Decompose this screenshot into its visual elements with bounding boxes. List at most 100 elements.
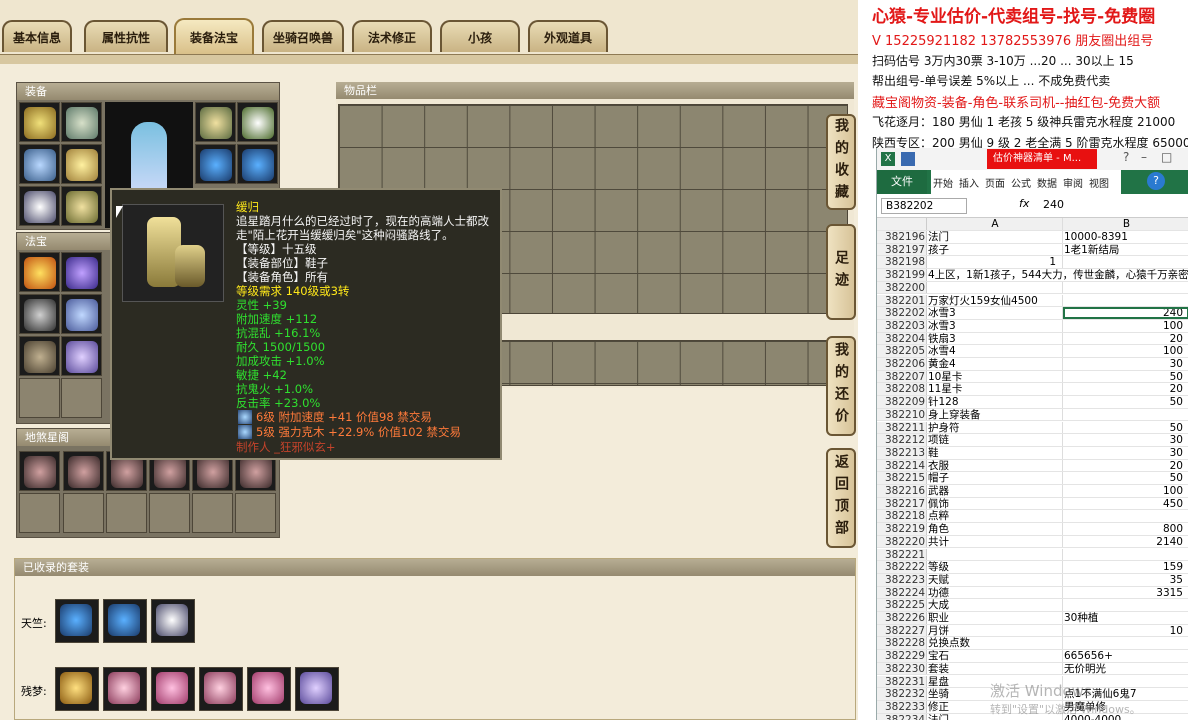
ribbon-tab-home[interactable]: 开始 xyxy=(933,175,953,190)
equip-slot[interactable] xyxy=(61,186,102,226)
cell-b[interactable] xyxy=(1063,637,1188,649)
fabao-slot[interactable] xyxy=(19,252,60,292)
row-number[interactable]: 382227 xyxy=(877,624,927,637)
equip-slot[interactable] xyxy=(19,186,60,226)
equip-slot[interactable] xyxy=(19,144,60,184)
row-number[interactable]: 382206 xyxy=(877,358,927,370)
fabao-slot[interactable] xyxy=(61,294,102,334)
cell-b[interactable]: 无价明光 xyxy=(1063,663,1188,675)
cell-a[interactable]: 4上区，1新1孩子，544大力，传世金麟，心猿千万亲密 xyxy=(927,269,1188,281)
cell-b[interactable] xyxy=(1063,295,1188,307)
row-number[interactable]: 382222 xyxy=(877,561,927,573)
cell-b[interactable]: 35 xyxy=(1063,574,1188,586)
row-number[interactable]: 382196 xyxy=(877,231,927,243)
row-number[interactable]: 382213 xyxy=(877,446,927,459)
row-number[interactable]: 382215 xyxy=(877,472,927,484)
cell-b[interactable]: 10000-8391 xyxy=(1063,231,1188,243)
fabao-slot-empty[interactable] xyxy=(19,378,60,418)
ribbon-tab-data[interactable]: 数据 xyxy=(1037,175,1057,190)
help-icon[interactable]: ? xyxy=(1123,150,1129,164)
set-item[interactable] xyxy=(199,667,243,711)
cell-a[interactable]: 等级 xyxy=(927,561,1063,573)
formula-input[interactable]: 240 xyxy=(1043,198,1064,211)
cell-a[interactable]: 11星卡 xyxy=(927,383,1063,396)
star-slot-empty[interactable] xyxy=(149,493,190,533)
row-number[interactable]: 382224 xyxy=(877,586,927,599)
column-b-header[interactable]: B xyxy=(1063,218,1188,230)
cell-a[interactable]: 孩子 xyxy=(927,243,1063,256)
cell-a[interactable]: 兑换点数 xyxy=(927,637,1063,650)
cell-a[interactable]: 护身符 xyxy=(927,421,1063,434)
row-number[interactable]: 382208 xyxy=(877,383,927,395)
star-slot-empty[interactable] xyxy=(106,493,147,533)
cell-a[interactable]: 佩饰 xyxy=(927,497,1063,510)
minimize-icon[interactable]: – xyxy=(1141,150,1147,164)
cell-a[interactable]: 帽子 xyxy=(927,472,1063,484)
save-icon[interactable] xyxy=(901,152,915,166)
ribbon-tab-insert[interactable]: 插入 xyxy=(959,175,979,190)
row-number[interactable]: 382212 xyxy=(877,434,927,446)
maximize-icon[interactable]: □ xyxy=(1161,150,1172,164)
cell-b[interactable]: 50 xyxy=(1063,371,1188,383)
cell-b[interactable]: 20 xyxy=(1063,333,1188,345)
ribbon-tab-layout[interactable]: 页面 xyxy=(985,175,1005,190)
cell-a[interactable]: 冰雪4 xyxy=(927,345,1063,357)
set-item[interactable] xyxy=(103,667,147,711)
cell-a[interactable]: 万家灯火159女仙4500 xyxy=(927,294,1063,307)
set-item[interactable] xyxy=(55,599,99,643)
fabao-slot[interactable] xyxy=(61,252,102,292)
row-number[interactable]: 382211 xyxy=(877,421,927,434)
tab-spells[interactable]: 法术修正 xyxy=(352,20,432,52)
cell-b[interactable]: 450 xyxy=(1063,498,1188,510)
row-number[interactable]: 382217 xyxy=(877,497,927,510)
equip-slot[interactable] xyxy=(19,102,60,142)
cell-a[interactable]: 月饼 xyxy=(927,624,1063,637)
cell-b[interactable]: 100 xyxy=(1063,485,1188,497)
cell-a[interactable]: 角色 xyxy=(927,523,1063,535)
cell-a[interactable]: 点粹 xyxy=(927,510,1063,523)
cell-b[interactable]: 100 xyxy=(1063,345,1188,357)
set-item[interactable] xyxy=(151,667,195,711)
star-slot[interactable] xyxy=(19,451,60,491)
cell-a[interactable]: 天赋 xyxy=(927,573,1063,586)
cell-a[interactable] xyxy=(927,281,1063,294)
row-number[interactable]: 382205 xyxy=(877,345,927,357)
row-number[interactable]: 382218 xyxy=(877,510,927,522)
cell-a[interactable]: 职业 xyxy=(927,612,1063,624)
row-number[interactable]: 382198 xyxy=(877,256,927,268)
row-number[interactable]: 382210 xyxy=(877,408,927,421)
row-number[interactable]: 382197 xyxy=(877,243,927,256)
cell-a[interactable] xyxy=(927,548,1063,561)
cell-a[interactable]: 宝石 xyxy=(927,650,1063,662)
cell-a[interactable]: 冰雪3 xyxy=(927,307,1063,319)
star-slot-empty[interactable] xyxy=(63,493,104,533)
tab-mounts-pets[interactable]: 坐骑召唤兽 xyxy=(262,20,344,52)
cell-a[interactable]: 冰雪3 xyxy=(927,319,1063,332)
row-number[interactable]: 382219 xyxy=(877,523,927,535)
cell-a[interactable]: 10星卡 xyxy=(927,370,1063,383)
row-number[interactable]: 382207 xyxy=(877,370,927,383)
cell-b[interactable]: 20 xyxy=(1063,460,1188,472)
help-icon[interactable]: ? xyxy=(1147,172,1165,190)
row-number[interactable]: 382232 xyxy=(877,688,927,700)
corner-cell[interactable] xyxy=(877,218,927,230)
star-slot-empty[interactable] xyxy=(192,493,233,533)
cell-b[interactable]: 50 xyxy=(1063,422,1188,434)
row-number[interactable]: 382225 xyxy=(877,599,927,611)
footprint-button[interactable]: 足迹 xyxy=(826,224,856,320)
row-number[interactable]: 382209 xyxy=(877,396,927,408)
row-number[interactable]: 382229 xyxy=(877,650,927,662)
row-number[interactable]: 382223 xyxy=(877,573,927,586)
fabao-slot[interactable] xyxy=(19,294,60,334)
cell-b[interactable]: 30 xyxy=(1063,434,1188,446)
row-number[interactable]: 382228 xyxy=(877,637,927,649)
cell-b[interactable]: 50 xyxy=(1063,396,1188,408)
row-number[interactable]: 382230 xyxy=(877,662,927,675)
row-number[interactable]: 382200 xyxy=(877,281,927,294)
row-number[interactable]: 382216 xyxy=(877,485,927,497)
cell-a[interactable]: 身上穿装备 xyxy=(927,408,1063,421)
cell-a[interactable]: 大成 xyxy=(927,599,1063,611)
set-item[interactable] xyxy=(103,599,147,643)
row-number[interactable]: 382214 xyxy=(877,459,927,472)
cell-b[interactable] xyxy=(1063,549,1188,561)
